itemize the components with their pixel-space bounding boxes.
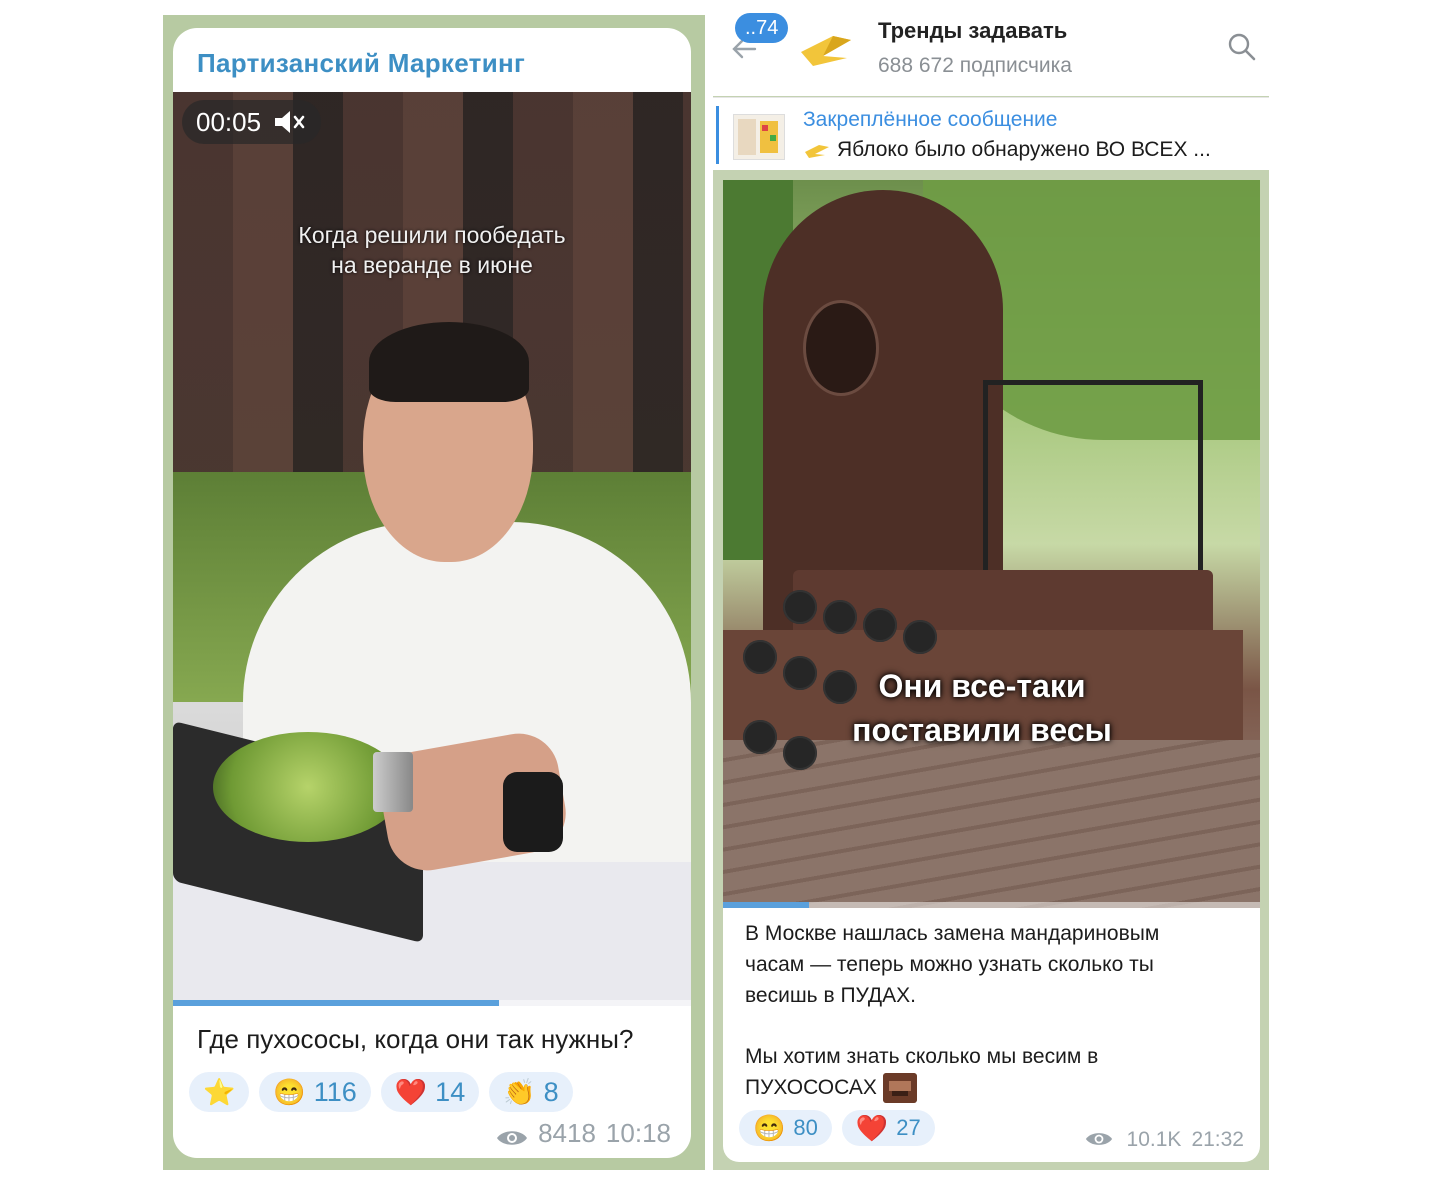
message-text-line: весишь в ПУДАХ. <box>745 984 917 1007</box>
video-caption-line: поставили весы <box>852 712 1112 748</box>
message-text-line: часам — теперь можно узнать сколько ты <box>745 953 1154 976</box>
video-frame-railing <box>983 380 1203 575</box>
views-count: 8418 <box>538 1118 596 1148</box>
video-frame-kettlebell <box>903 620 937 654</box>
clap-icon: 👏 <box>503 1076 536 1107</box>
search-icon[interactable] <box>1227 32 1257 62</box>
mute-icon[interactable] <box>273 108 307 136</box>
message-text-line: В Москве нашлась замена мандариновым <box>745 922 1160 945</box>
video-player[interactable]: Они все-таки поставили весы <box>723 180 1260 908</box>
pinned-title: Закреплённое сообщение <box>803 108 1058 131</box>
pinned-text: Яблоко было обнаружено ВО ВСЕХ ... <box>803 138 1211 162</box>
video-caption-line: Когда решили пообедать <box>298 222 566 248</box>
heart-icon: ❤️ <box>394 1076 428 1107</box>
reaction-count: 116 <box>313 1076 357 1107</box>
grin-emoji-icon: 😁 <box>273 1076 306 1107</box>
channel-name[interactable]: Партизанский Маркетинг <box>197 48 525 79</box>
message-time: 21:32 <box>1191 1128 1244 1151</box>
channel-avatar[interactable] <box>793 22 859 68</box>
message-text-line: ПУХОСОСАХ <box>745 1076 877 1099</box>
message-time: 10:18 <box>605 1118 671 1148</box>
reaction-star[interactable]: ⭐ <box>189 1072 250 1112</box>
reaction-count: 8 <box>543 1076 559 1107</box>
video-timestamp-pill[interactable]: 00:05 <box>182 100 322 144</box>
pinned-message-bar[interactable]: Закреплённое сообщение Яблоко было обнар… <box>713 97 1269 170</box>
video-frame-watch <box>503 772 563 852</box>
video-frame-kettlebell <box>863 608 897 642</box>
views-eye-icon <box>1085 1130 1117 1150</box>
message-text-line: Мы хотим знать сколько мы весим в <box>745 1045 1099 1068</box>
video-frame-fork <box>373 752 413 812</box>
reaction-count: 27 <box>896 1115 921 1140</box>
channel-name[interactable]: Тренды задавать <box>878 18 1067 44</box>
message-bubble[interactable]: Они все-таки поставили весы В Москве наш… <box>723 180 1260 1162</box>
video-overlay-caption: Они все-таки поставили весы <box>723 664 1241 752</box>
pinned-thumbnail <box>733 114 785 160</box>
reaction-count: 80 <box>793 1115 818 1140</box>
video-frame-person-hair <box>369 322 529 402</box>
reaction-heart[interactable]: ❤️ 27 <box>841 1110 935 1146</box>
star-icon: ⭐ <box>203 1076 236 1107</box>
unread-badge[interactable]: ..74 <box>735 13 789 43</box>
pinned-indicator <box>716 106 719 164</box>
message-text: В Москве нашлась замена мандариновым час… <box>745 918 1225 1104</box>
reaction-grin[interactable]: 😁 80 <box>739 1110 832 1146</box>
video-frame-logo-sign <box>803 300 879 396</box>
chat-header: ..74 Тренды задавать 688 672 подписчика <box>713 0 1269 96</box>
left-chat-panel: Партизанский Маркетинг 00:05 Когда решил… <box>163 15 705 1170</box>
reactions-bar: ⭐ 😁 116 ❤️ 14 👏 8 <box>189 1072 573 1112</box>
reaction-count: 14 <box>435 1076 466 1107</box>
video-frame-kettlebell <box>823 600 857 634</box>
views-eye-icon <box>496 1124 528 1145</box>
video-progress-fill <box>173 1000 500 1006</box>
reaction-clap[interactable]: 👏 8 <box>489 1072 573 1112</box>
video-progress-fill <box>723 902 809 908</box>
video-timestamp: 00:05 <box>196 106 262 137</box>
message-meta: 10.1K 21:32 <box>1085 1128 1244 1152</box>
views-count: 10.1K <box>1126 1128 1182 1151</box>
message-text-line-with-emoji: ПУХОСОСАХ <box>745 1072 1225 1104</box>
reaction-heart[interactable]: ❤️ 14 <box>380 1072 480 1112</box>
right-chat-panel: ..74 Тренды задавать 688 672 подписчика … <box>713 0 1269 1170</box>
lightning-icon <box>805 145 829 158</box>
video-frame-kettlebell <box>783 590 817 624</box>
video-player[interactable]: 00:05 Когда решили пообедать на веранде … <box>173 92 691 1006</box>
heart-icon: ❤️ <box>855 1112 889 1143</box>
grin-emoji-icon: 😁 <box>753 1112 786 1143</box>
message-meta: 8418 10:18 <box>496 1118 671 1149</box>
custom-face-emoji-icon <box>882 1073 917 1104</box>
message-text: Где пухососы, когда они так нужны? <box>197 1024 634 1054</box>
subscriber-count: 688 672 подписчика <box>878 54 1072 77</box>
video-caption-line: на веранде в июне <box>331 252 533 278</box>
video-overlay-caption: Когда решили пообедать на веранде в июне <box>173 220 691 280</box>
video-caption-line: Они все-таки <box>878 668 1086 704</box>
reaction-grin[interactable]: 😁 116 <box>259 1072 371 1112</box>
video-progress-bar[interactable] <box>723 902 1260 908</box>
reactions-bar: 😁 80 ❤️ 27 <box>739 1110 935 1146</box>
pinned-text-content: Яблоко было обнаружено ВО ВСЕХ ... <box>837 138 1211 161</box>
video-progress-bar[interactable] <box>173 1000 691 1006</box>
message-bubble[interactable]: Партизанский Маркетинг 00:05 Когда решил… <box>173 28 691 1158</box>
